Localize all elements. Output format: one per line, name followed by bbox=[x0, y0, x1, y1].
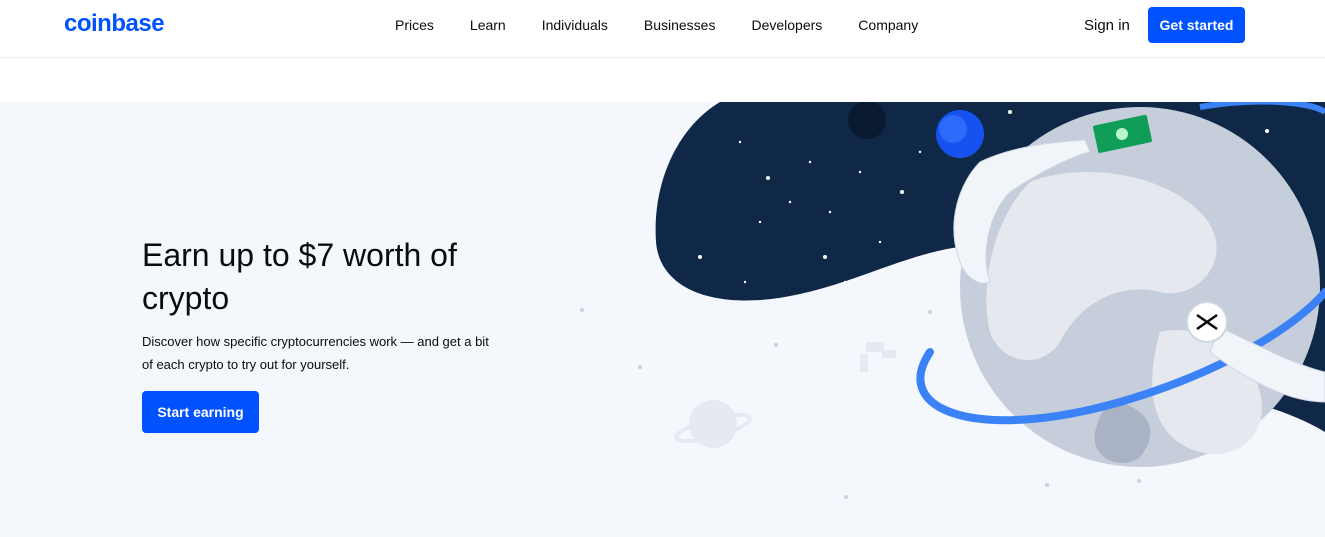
hero-description: Discover how specific cryptocurrencies w… bbox=[142, 334, 489, 372]
nav-prices[interactable]: Prices bbox=[395, 17, 434, 33]
astronaut-globe-illustration bbox=[580, 102, 1325, 499]
main-nav: Prices Learn Individuals Businesses Deve… bbox=[395, 0, 954, 50]
hero-title: Earn up to $7 worth of crypto bbox=[142, 237, 457, 316]
nav-developers[interactable]: Developers bbox=[751, 17, 822, 33]
start-earning-button[interactable]: Start earning bbox=[142, 391, 259, 433]
dark-moon bbox=[848, 102, 886, 139]
faint-saturn-icon bbox=[674, 400, 752, 448]
nav-businesses[interactable]: Businesses bbox=[644, 17, 716, 33]
sign-in-link[interactable]: Sign in bbox=[1084, 17, 1130, 34]
nav-individuals[interactable]: Individuals bbox=[542, 17, 608, 33]
top-navigation: coinbase Prices Learn Individuals Busine… bbox=[0, 0, 1325, 58]
hero-section: Earn up to $7 worth of crypto Discover h… bbox=[0, 102, 1325, 537]
coinbase-logo[interactable]: coinbase bbox=[64, 10, 165, 38]
faint-satellite-icon bbox=[860, 342, 896, 372]
get-started-button[interactable]: Get started bbox=[1148, 7, 1245, 43]
nav-company[interactable]: Company bbox=[858, 17, 918, 33]
nav-learn[interactable]: Learn bbox=[470, 17, 506, 33]
